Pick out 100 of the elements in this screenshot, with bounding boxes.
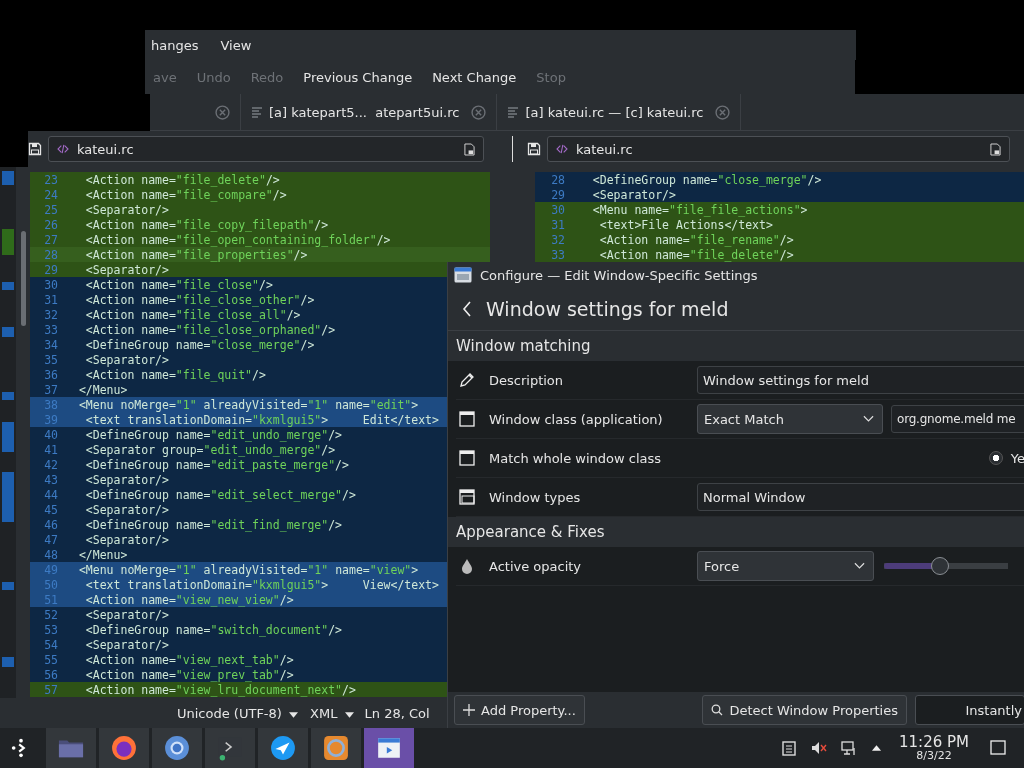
window-icon xyxy=(454,267,472,283)
code-line: <Action name="file_rename"/> xyxy=(598,232,794,247)
line-number: 42 xyxy=(43,457,59,472)
line-number: 54 xyxy=(43,637,59,652)
code-line: <DefineGroup name="close_merge"/> xyxy=(84,337,315,352)
menu-item[interactable]: hanges xyxy=(151,37,199,53)
line-number: 32 xyxy=(43,307,59,322)
muted-speaker-icon[interactable] xyxy=(811,740,827,756)
code-line: <text>File Actions</text> xyxy=(598,217,773,232)
line-number: 48 xyxy=(43,547,59,562)
code-line: <DefineGroup name="edit_select_merge"/> xyxy=(84,487,356,502)
line-number: 29 xyxy=(43,262,59,277)
browser-icon[interactable] xyxy=(164,735,190,761)
code-line: <Action name="file_delete"/> xyxy=(598,247,794,262)
property-label: Window class (application) xyxy=(489,411,663,427)
line-number: 45 xyxy=(43,502,59,517)
code-line: <Separator/> xyxy=(591,187,676,202)
line-number: 56 xyxy=(43,667,59,682)
code-line: <Separator group="edit_undo_merge"/> xyxy=(84,442,336,457)
caret-icon xyxy=(289,711,299,718)
code-line: <Separator/> xyxy=(84,607,169,622)
line-number: 28 xyxy=(43,247,59,262)
status-dropdown[interactable]: Unicode (UTF-8) xyxy=(172,703,304,723)
toolbar-button[interactable]: Next Change xyxy=(424,66,525,88)
diff-overview-map[interactable] xyxy=(0,167,16,698)
save-icon[interactable] xyxy=(527,142,541,156)
document-icon xyxy=(507,106,520,118)
line-number: 49 xyxy=(43,562,59,577)
line-number: 55 xyxy=(43,652,59,667)
instantly-button[interactable]: Instantly xyxy=(915,695,1024,725)
caret-icon xyxy=(344,711,354,718)
document-icon[interactable] xyxy=(464,142,475,156)
show-desktop-icon[interactable] xyxy=(990,740,1006,756)
chevron-down-icon xyxy=(863,415,874,423)
dialog-title: Configure — Edit Window-Specific Settings xyxy=(480,267,758,283)
detect-button[interactable]: Detect Window Properties xyxy=(702,695,907,725)
window-types-list[interactable]: Normal Window xyxy=(697,483,1024,511)
code-line: <Action name="file_open_containing_folder"/> xyxy=(84,232,391,247)
line-number: 44 xyxy=(43,487,59,502)
menu-item[interactable]: View xyxy=(220,37,252,53)
tab-label[interactable]: [a] katepart5... atepart5ui.rc xyxy=(269,104,460,120)
line-number: 39 xyxy=(43,412,59,427)
line-number: 34 xyxy=(43,337,59,352)
code-line: <Action name="file_close_other"/> xyxy=(84,292,315,307)
line-number: 26 xyxy=(43,217,59,232)
scrollbar-thumb[interactable] xyxy=(20,231,26,326)
code-line: <Action name="file_delete"/> xyxy=(84,172,280,187)
line-number: 40 xyxy=(43,427,59,442)
code-line: <Separator/> xyxy=(84,352,169,367)
opacity-policy-dropdown[interactable]: Force xyxy=(697,551,874,581)
code-line: <text translationDomain="kxmlgui5"> Edit</text> xyxy=(84,412,439,427)
code-line: <Separator/> xyxy=(84,262,169,277)
page-heading: Window settings for meld xyxy=(486,298,729,320)
code-line: <Action name="file_close_orphaned"/> xyxy=(84,322,336,337)
line-number: 27 xyxy=(43,232,59,247)
close-icon[interactable] xyxy=(471,104,487,120)
description-field[interactable]: Window settings for meld xyxy=(697,366,1024,394)
clock-time[interactable]: 11:26 PM xyxy=(899,733,969,751)
tab-label[interactable]: [a] kateui.rc — [c] kateui.rc xyxy=(525,104,704,120)
file-path-field[interactable]: kateui.rc xyxy=(48,136,484,162)
file-path-field[interactable]: kateui.rc xyxy=(547,136,1010,162)
line-number: 33 xyxy=(550,247,566,262)
close-icon[interactable] xyxy=(215,104,230,120)
expand-arrow-icon[interactable] xyxy=(871,744,882,752)
line-number: 51 xyxy=(43,592,59,607)
toolbar-button[interactable]: Previous Change xyxy=(295,66,421,88)
match-dropdown[interactable]: Exact Match xyxy=(697,404,883,434)
status-dropdown[interactable]: XML xyxy=(305,703,359,723)
property-label: Window types xyxy=(489,489,581,505)
browser-icon[interactable] xyxy=(111,735,137,761)
line-number: 37 xyxy=(43,382,59,397)
code-line: <Action name="file_close_all"/> xyxy=(84,307,301,322)
line-number: 31 xyxy=(43,292,59,307)
window-class-field[interactable]: org.gnome.meld me xyxy=(891,405,1024,433)
back-icon[interactable] xyxy=(462,301,472,317)
code-line: <DefineGroup name="edit_find_merge"/> xyxy=(84,517,343,532)
network-icon[interactable] xyxy=(841,740,857,756)
radio-button[interactable] xyxy=(988,451,1003,465)
window-icon[interactable] xyxy=(376,735,402,761)
code-line: <Action name="view_next_tab"/> xyxy=(84,652,294,667)
radio-label[interactable]: Ye xyxy=(1010,450,1024,466)
line-number: 29 xyxy=(550,187,566,202)
code-line: <Separator/> xyxy=(84,502,169,517)
code-line: <Action name="view_prev_tab"/> xyxy=(84,667,294,682)
code-line: <DefineGroup name="edit_paste_merge"/> xyxy=(84,457,349,472)
save-icon[interactable] xyxy=(28,142,42,156)
line-number: 23 xyxy=(43,172,59,187)
clock-date[interactable]: 8/3/22 xyxy=(916,750,952,763)
document-icon[interactable] xyxy=(990,142,1001,156)
line-number: 30 xyxy=(550,202,566,217)
code-file-icon xyxy=(556,144,568,154)
close-icon[interactable] xyxy=(715,104,731,120)
line-number: 28 xyxy=(550,172,566,187)
line-number: 24 xyxy=(43,187,59,202)
property-label: Match whole window class xyxy=(489,450,662,466)
add-property-button[interactable]: Add Property... xyxy=(454,695,585,725)
clipboard-icon[interactable] xyxy=(781,740,797,756)
code-line: <Action name="view_new_view"/> xyxy=(84,592,294,607)
code-file-icon xyxy=(57,144,69,154)
line-number: 30 xyxy=(43,277,59,292)
